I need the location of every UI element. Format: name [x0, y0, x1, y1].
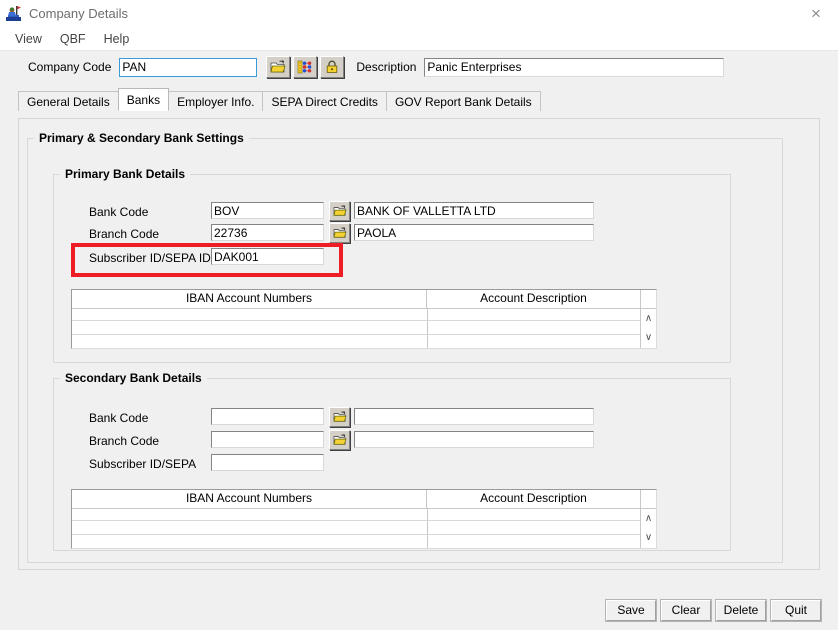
primary-iban-grid-scrollbar[interactable]: ∧ ∨ — [640, 290, 656, 348]
close-icon[interactable]: × — [794, 0, 838, 27]
secondary-subscriber-id-label: Subscriber ID/SEPA — [89, 457, 197, 471]
primary-iban-grid-rows — [72, 309, 640, 348]
primary-bank-code-lookup-icon[interactable] — [329, 201, 350, 221]
primary-iban-grid-body: IBAN Account Numbers Account Description — [72, 290, 640, 348]
secondary-branch-name-input[interactable] — [354, 431, 594, 448]
primary-bank-code-label: Bank Code — [89, 205, 149, 219]
column-header-account-description[interactable]: Account Description — [427, 290, 640, 308]
secondary-iban-grid-body: IBAN Account Numbers Account Description — [72, 490, 640, 548]
table-row[interactable] — [72, 320, 640, 334]
secondary-bank-code-lookup-icon[interactable] — [329, 407, 350, 427]
column-header-iban-account-numbers[interactable]: IBAN Account Numbers — [72, 490, 427, 508]
primary-iban-grid-header: IBAN Account Numbers Account Description — [72, 290, 640, 309]
primary-bank-code-input[interactable] — [211, 202, 324, 219]
primary-iban-grid[interactable]: IBAN Account Numbers Account Description… — [71, 289, 657, 349]
delete-button[interactable]: Delete — [716, 600, 766, 621]
description-label: Description — [356, 60, 417, 74]
tab-gov-report-bank-details[interactable]: GOV Report Bank Details — [385, 91, 541, 111]
secondary-subscriber-id-input[interactable] — [211, 454, 324, 471]
primary-branch-code-input[interactable] — [211, 224, 324, 241]
window-title: Company Details — [29, 6, 128, 21]
menu-bar: View QBF Help — [0, 27, 838, 51]
primary-secondary-bank-settings-legend: Primary & Secondary Bank Settings — [39, 131, 244, 145]
table-row[interactable] — [72, 520, 640, 534]
primary-bank-name-input[interactable] — [354, 202, 594, 219]
query-by-form-icon[interactable] — [293, 56, 318, 78]
scroll-down-icon[interactable]: ∨ — [645, 333, 652, 343]
secondary-bank-name-input[interactable] — [354, 408, 594, 425]
tab-banks[interactable]: Banks — [117, 88, 170, 111]
company-code-input[interactable] — [119, 57, 258, 77]
secondary-bank-code-label: Bank Code — [89, 411, 149, 425]
scroll-up-icon[interactable]: ∧ — [645, 313, 652, 324]
open-folder-icon[interactable] — [266, 56, 291, 78]
secondary-iban-grid[interactable]: IBAN Account Numbers Account Description… — [71, 489, 657, 549]
description-input[interactable] — [424, 57, 725, 77]
table-row[interactable] — [72, 334, 640, 348]
tab-general-details[interactable]: General Details — [18, 91, 119, 111]
padlock-icon[interactable] — [320, 56, 345, 78]
column-header-iban-account-numbers[interactable]: IBAN Account Numbers — [72, 290, 427, 308]
banks-tab-panel: Primary & Secondary Bank Settings Primar… — [18, 118, 820, 570]
primary-subscriber-id-input[interactable] — [211, 248, 324, 265]
scroll-down-icon[interactable]: ∨ — [645, 533, 652, 543]
tab-strip: General Details Banks Employer Info. SEP… — [0, 88, 838, 111]
table-row[interactable] — [72, 509, 640, 520]
quit-button[interactable]: Quit — [771, 600, 821, 621]
user-badge-icon — [4, 5, 24, 23]
column-header-account-description[interactable]: Account Description — [427, 490, 640, 508]
tab-sepa-direct-credits[interactable]: SEPA Direct Credits — [262, 91, 387, 111]
secondary-branch-code-input[interactable] — [211, 431, 324, 448]
secondary-branch-code-lookup-icon[interactable] — [329, 430, 350, 450]
company-code-label: Company Code — [28, 60, 112, 74]
secondary-bank-code-input[interactable] — [211, 408, 324, 425]
footer-button-row: Save Clear Delete Quit — [0, 600, 838, 622]
primary-branch-code-lookup-icon[interactable] — [329, 223, 350, 243]
secondary-iban-grid-header: IBAN Account Numbers Account Description — [72, 490, 640, 509]
secondary-iban-grid-rows — [72, 509, 640, 548]
menu-item-qbf[interactable]: QBF — [51, 30, 95, 48]
save-button[interactable]: Save — [606, 600, 656, 621]
menu-item-view[interactable]: View — [6, 30, 51, 48]
secondary-branch-code-label: Branch Code — [89, 434, 160, 448]
table-row[interactable] — [72, 309, 640, 320]
primary-branch-name-input[interactable] — [354, 224, 594, 241]
scroll-up-icon[interactable]: ∧ — [645, 513, 652, 524]
tab-employer-info[interactable]: Employer Info. — [168, 91, 264, 111]
table-row[interactable] — [72, 534, 640, 548]
secondary-iban-grid-scrollbar[interactable]: ∧ ∨ — [640, 490, 656, 548]
company-header-row: Company Code PAN Description Panic Enter… — [0, 51, 838, 83]
primary-subscriber-id-label: Subscriber ID/SEPA ID — [89, 251, 211, 265]
clear-button[interactable]: Clear — [661, 600, 711, 621]
menu-item-help[interactable]: Help — [95, 30, 139, 48]
primary-bank-details-legend: Primary Bank Details — [65, 167, 186, 181]
primary-branch-code-label: Branch Code — [89, 227, 160, 241]
window-titlebar: Company Details × — [0, 0, 838, 27]
secondary-bank-details-legend: Secondary Bank Details — [65, 371, 202, 385]
